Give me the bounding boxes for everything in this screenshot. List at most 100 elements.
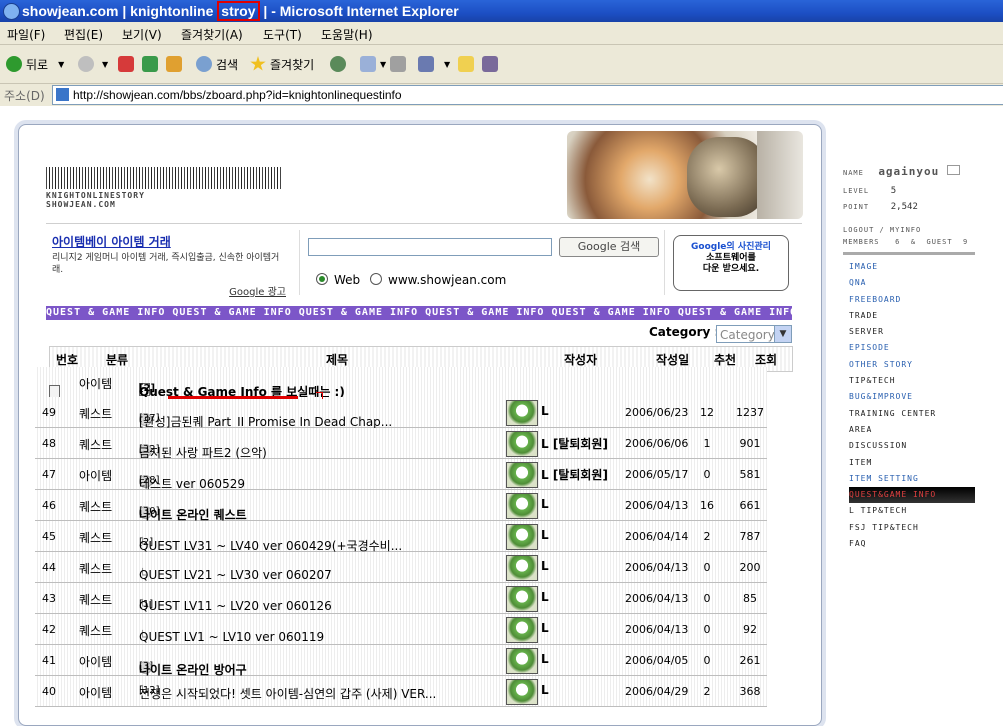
- header-recommend[interactable]: 추천: [714, 351, 736, 368]
- sidebar-item-other-story[interactable]: OTHER STORY: [849, 357, 983, 373]
- edit-button[interactable]: ▼: [418, 54, 450, 74]
- avatar[interactable]: [506, 617, 538, 643]
- discuss-button[interactable]: [458, 54, 478, 74]
- row-writer[interactable]: L: [541, 528, 549, 542]
- header-views[interactable]: 조회: [755, 351, 777, 368]
- avatar[interactable]: [506, 462, 538, 488]
- sidebar-item-fsj-tip-tech[interactable]: FSJ TIP&TECH: [849, 520, 983, 536]
- guest-count: 9: [963, 238, 969, 246]
- google-search-box: Google 검색 Web www.showjean.com: [299, 230, 665, 295]
- menu-favorites[interactable]: 즐겨찾기(A): [181, 26, 243, 43]
- radio-web-option[interactable]: Web: [316, 273, 360, 287]
- avatar[interactable]: [506, 524, 538, 550]
- category-select[interactable]: Category ▼: [716, 325, 792, 343]
- refresh-button[interactable]: [142, 54, 162, 74]
- sidebar-item-discussion[interactable]: DISCUSSION: [849, 438, 983, 454]
- google-ads-link[interactable]: Google 광고: [229, 283, 286, 298]
- dropdown-icon[interactable]: ▼: [58, 60, 64, 69]
- row-number: 46: [42, 499, 56, 512]
- messenger-button[interactable]: [482, 54, 502, 74]
- table-row[interactable]: 46 퀘스트 나이트 온라인 퀘스트 [30] L 2006/04/13 16 …: [35, 490, 767, 522]
- search-button[interactable]: 검색: [196, 54, 238, 74]
- notice-comment-count: [2]: [139, 383, 156, 394]
- home-button[interactable]: [166, 54, 186, 74]
- row-number: 48: [42, 437, 56, 450]
- row-writer[interactable]: L [탈퇴회원]: [541, 466, 608, 483]
- sidebar-item-area[interactable]: AREA: [849, 422, 983, 438]
- avatar[interactable]: [506, 493, 538, 519]
- row-views: 901: [739, 437, 761, 450]
- back-button[interactable]: 뒤로 ▼: [6, 54, 64, 74]
- sidebar-item-tip-tech[interactable]: TIP&TECH: [849, 373, 983, 389]
- sidebar-item-item[interactable]: ITEM: [849, 455, 983, 471]
- row-writer[interactable]: L: [541, 652, 549, 666]
- ad-title[interactable]: 아이템베이 아이템 거래: [52, 233, 290, 250]
- logout-myinfo-link[interactable]: LOGOUT / MYINFO: [843, 226, 983, 234]
- table-row[interactable]: 42 퀘스트 └ QUEST LV1 ~ LV10 ver 060119 L 20…: [35, 614, 767, 645]
- sidebar-item-item-setting[interactable]: ITEM SETTING: [849, 471, 983, 487]
- row-category: 아이템: [79, 686, 113, 700]
- sidebar-item-l-tip-tech[interactable]: L TIP&TECH: [849, 503, 983, 519]
- sidebar-item-faq[interactable]: FAQ: [849, 536, 983, 552]
- notice-row[interactable]: 아이템 Quest & Game Info 를 보실때는 :) [2]: [35, 367, 767, 399]
- refresh-icon: [142, 56, 158, 72]
- row-writer[interactable]: L: [541, 590, 549, 604]
- row-writer[interactable]: L: [541, 621, 549, 635]
- table-row[interactable]: 40 아이템 └ 전쟁은 시작되었다! 셋트 아이템-심연의 갑주 (사제) VE…: [35, 676, 767, 707]
- menu-file[interactable]: 파일(F): [7, 26, 45, 43]
- brand-line1: KNIGHTONLINESTORY: [46, 191, 145, 200]
- favorites-button[interactable]: 즐겨찾기: [250, 54, 314, 74]
- table-row[interactable]: 48 퀘스트 금지된 사랑 파트2 (으악) [32] L [탈퇴회원] 200…: [35, 428, 767, 460]
- table-row[interactable]: 45 퀘스트 └ QUEST LV31 ~ LV40 ver 060429(+국경…: [35, 521, 767, 553]
- menu-edit[interactable]: 편집(E): [64, 26, 103, 43]
- menu-view[interactable]: 보기(V): [122, 26, 162, 43]
- row-writer[interactable]: L: [541, 683, 549, 697]
- row-writer[interactable]: L [탈퇴회원]: [541, 435, 608, 452]
- table-row[interactable]: 47 아이템 테스트 ver 060529 [28] L [탈퇴회원] 2006…: [35, 459, 767, 491]
- menu-tools[interactable]: 도구(T): [263, 26, 302, 43]
- sidebar-item-qna[interactable]: QNA: [849, 275, 983, 291]
- comment-count: [37]: [139, 413, 160, 424]
- avatar[interactable]: [506, 648, 538, 674]
- history-button[interactable]: [330, 54, 350, 74]
- google-search-button[interactable]: Google 검색: [559, 237, 659, 257]
- google-search-input[interactable]: [308, 238, 552, 256]
- avatar[interactable]: [506, 400, 538, 426]
- table-row[interactable]: 43 퀘스트 └ QUEST LV11 ~ LV20 ver 060126 [1]…: [35, 583, 767, 614]
- menu-help[interactable]: 도움말(H): [321, 26, 373, 43]
- row-writer[interactable]: L: [541, 404, 549, 418]
- table-row[interactable]: 49 퀘스트 [완성]금된퀘 Part_II Promise In Dead C…: [35, 397, 767, 429]
- chevron-down-icon[interactable]: ▼: [774, 326, 791, 342]
- avatar[interactable]: [506, 679, 538, 705]
- avatar[interactable]: [506, 586, 538, 612]
- radio-site-icon[interactable]: [370, 273, 382, 285]
- radio-site-option[interactable]: www.showjean.com: [370, 273, 506, 287]
- header-date[interactable]: 작성일: [656, 351, 689, 368]
- avatar[interactable]: [506, 431, 538, 457]
- radio-web-icon[interactable]: [316, 273, 328, 285]
- sidebar-item-episode[interactable]: EPISODE: [849, 340, 983, 356]
- row-views: 787: [739, 530, 761, 543]
- table-row[interactable]: 44 퀘스트 └ QUEST LV21 ~ LV30 ver 060207 L 2…: [35, 552, 767, 583]
- note-icon: [458, 56, 474, 72]
- forward-button[interactable]: ▼: [78, 54, 108, 74]
- mail-button[interactable]: ▼: [360, 54, 386, 74]
- mail-icon[interactable]: [946, 165, 960, 175]
- sidebar-item-freeboard[interactable]: FREEBOARD: [849, 292, 983, 308]
- address-field[interactable]: http://showjean.com/bbs/zboard.php?id=kn…: [52, 85, 1003, 105]
- sidebar-item-server[interactable]: SERVER: [849, 324, 983, 340]
- avatar[interactable]: [506, 555, 538, 581]
- sidebar-item-image[interactable]: IMAGE: [849, 259, 983, 275]
- row-writer[interactable]: L: [541, 559, 549, 573]
- table-row[interactable]: 41 아이템 나이트 온라인 방어구 [3] L 2006/04/05 0 26…: [35, 645, 767, 677]
- print-button[interactable]: [390, 54, 410, 74]
- sidebar-item-bug-improve[interactable]: BUG&IMPROVE: [849, 389, 983, 405]
- google-promo-box[interactable]: Google의 사진관리 소프트웨어를 다운 받으세요.: [673, 235, 789, 291]
- stop-button[interactable]: [118, 54, 138, 74]
- sidebar-item-trade[interactable]: TRADE: [849, 308, 983, 324]
- sidebar-item-training-center[interactable]: TRAINING CENTER: [849, 406, 983, 422]
- sidebar-item-quest-game-info[interactable]: QUEST&GAME INFO: [849, 487, 975, 504]
- row-category: 퀘스트: [79, 500, 113, 514]
- row-writer[interactable]: L: [541, 497, 549, 511]
- username: againyou: [878, 165, 940, 178]
